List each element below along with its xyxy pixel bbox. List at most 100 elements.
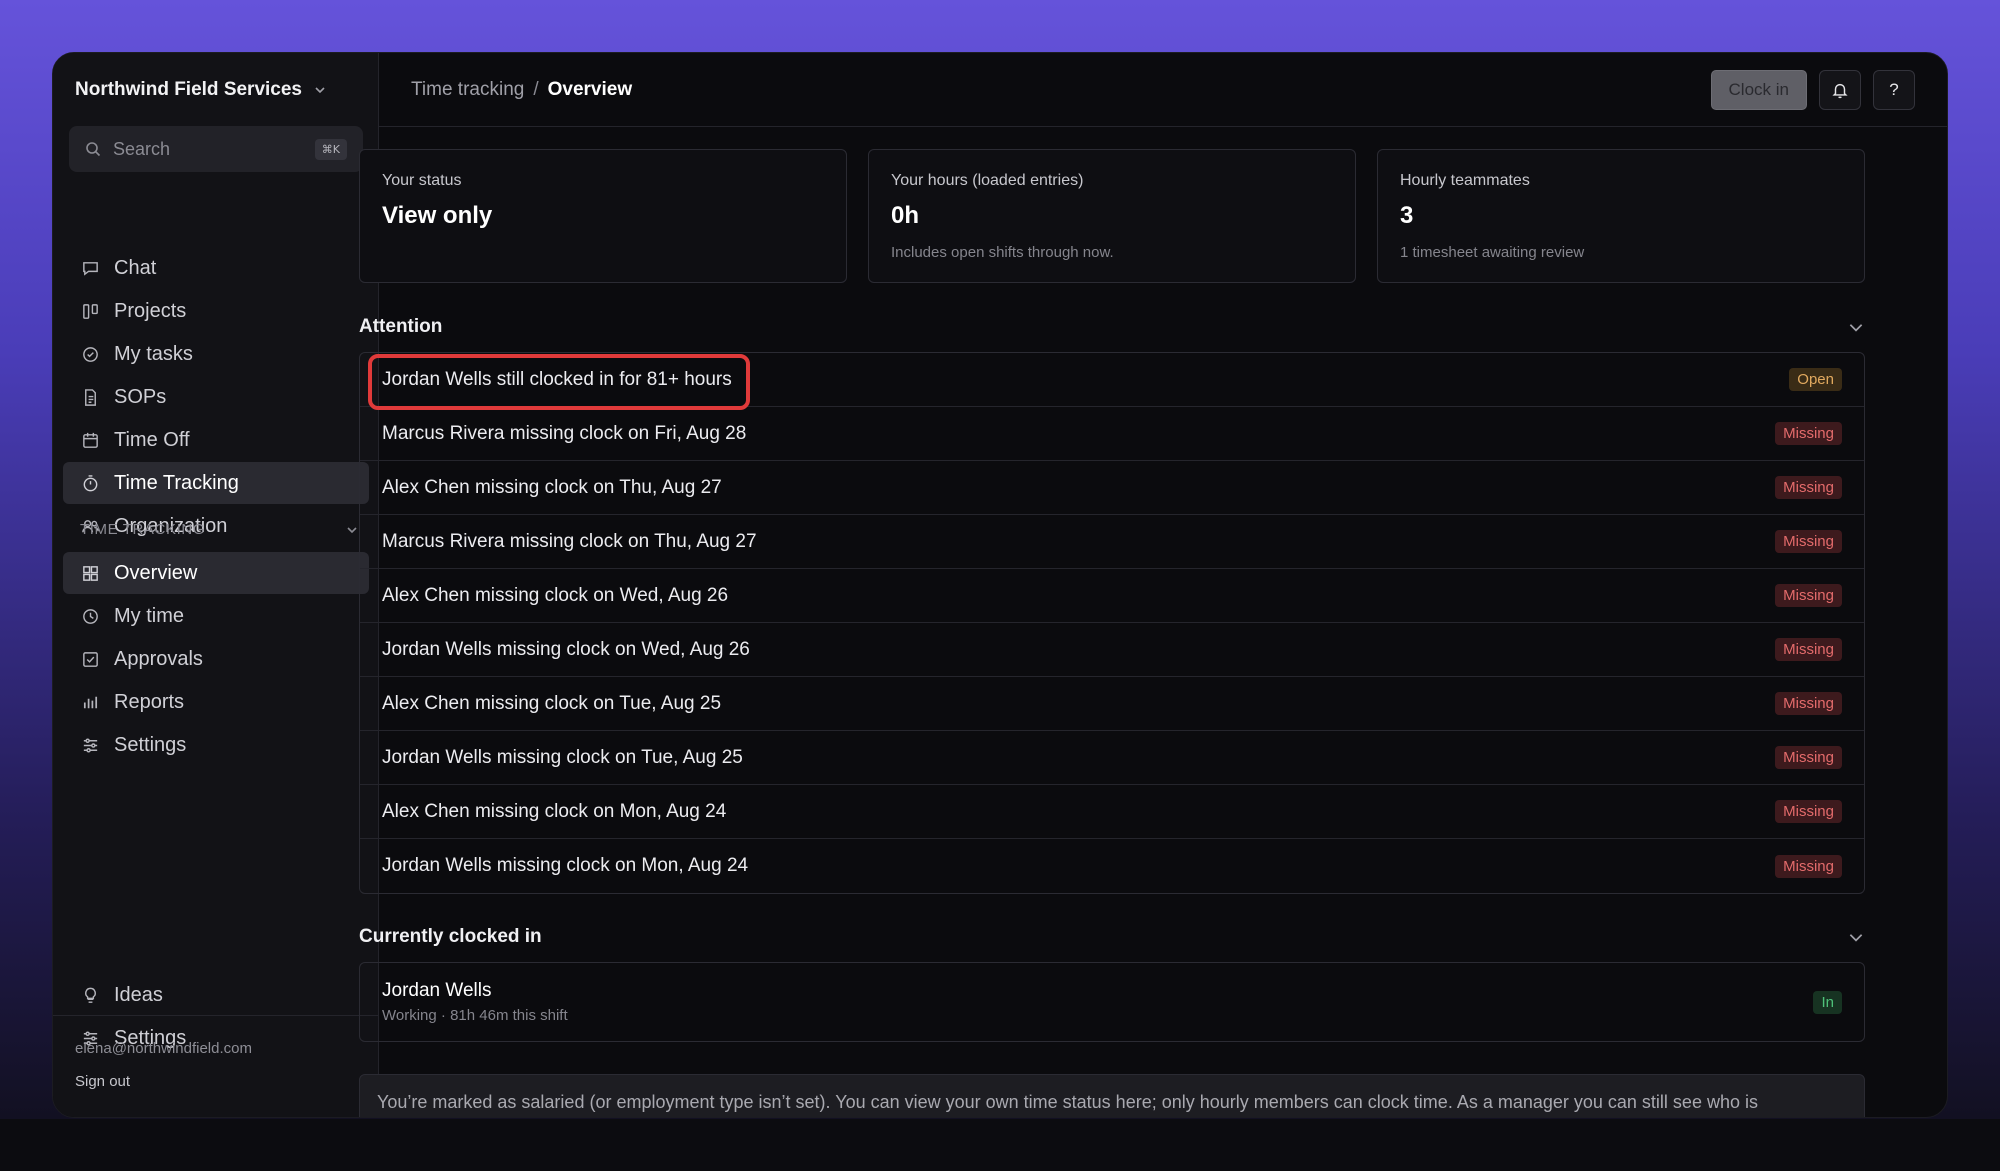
clocked-in-name: Jordan Wells — [382, 980, 492, 1001]
stat-value: View only — [382, 202, 493, 229]
clocked-in-header[interactable]: Currently clocked in — [359, 926, 1865, 948]
time-tracking-nav: Overview My time Approvals Reports Setti… — [63, 552, 369, 767]
sidebar-item-label: Time Off — [114, 428, 190, 451]
sign-out-link[interactable]: Sign out — [75, 1073, 356, 1090]
sidebar-footer: elena@northwindfield.com Sign out — [53, 1015, 378, 1117]
chat-icon — [83, 261, 98, 276]
search-placeholder: Search — [113, 138, 171, 159]
chevron-down-icon — [1849, 324, 1863, 332]
workspace-switcher[interactable]: Northwind Field Services — [75, 79, 328, 101]
sidebar-item-reports[interactable]: Reports — [63, 681, 369, 723]
stat-value: 3 — [1400, 202, 1414, 229]
sidebar-item-label: SOPs — [114, 385, 167, 408]
sidebar-item-label: Ideas — [114, 983, 163, 1006]
workspace-name: Northwind Field Services — [75, 79, 302, 100]
clocked-in-card[interactable]: Jordan Wells Working · 81h 46m this shif… — [359, 962, 1865, 1042]
search-icon — [86, 142, 101, 157]
sidebar-item-approvals[interactable]: Approvals — [63, 638, 369, 680]
lightbulb-icon — [85, 987, 96, 1003]
attention-header[interactable]: Attention — [359, 316, 1865, 338]
sidebar: Northwind Field Services Search ⌘K Chat … — [53, 53, 379, 1117]
sidebar-item-sops[interactable]: SOPs — [63, 376, 369, 418]
sidebar-section-time-tracking[interactable]: TIME TRACKING — [80, 521, 360, 538]
sidebar-item-label: My time — [114, 604, 184, 627]
sidebar-item-chat[interactable]: Chat — [63, 247, 369, 289]
attention-text: Jordan Wells still clocked in for 81+ ho… — [368, 353, 750, 410]
status-badge: Missing — [1775, 584, 1842, 607]
status-badge: Missing — [1775, 854, 1842, 878]
attention-text: Alex Chen missing clock on Wed, Aug 26 — [382, 584, 729, 606]
attention-row[interactable]: Jordan Wells missing clock on Tue, Aug 2… — [360, 731, 1864, 785]
bell-icon — [1832, 83, 1848, 98]
top-bar: Time tracking / Overview Clock in ? — [379, 53, 1947, 127]
attention-text: Jordan Wells missing clock on Tue, Aug 2… — [382, 746, 743, 768]
attention-text: Marcus Rivera missing clock on Thu, Aug … — [382, 530, 757, 552]
bar-chart-icon — [83, 696, 98, 708]
sidebar-item-overview[interactable]: Overview — [63, 552, 369, 594]
attention-row[interactable]: Alex Chen missing clock on Mon, Aug 24 M… — [360, 785, 1864, 839]
stat-value: 0h — [891, 202, 920, 229]
primary-nav: Chat Projects My tasks SOPs Time Off Tim… — [63, 247, 369, 548]
status-badge: In — [1813, 990, 1842, 1014]
sidebar-item-label: Overview — [114, 561, 198, 584]
attention-text: Alex Chen missing clock on Mon, Aug 24 — [382, 800, 727, 822]
attention-row[interactable]: Alex Chen missing clock on Thu, Aug 27 M… — [360, 461, 1864, 515]
sidebar-item-ideas[interactable]: Ideas — [63, 974, 369, 1016]
attention-row[interactable]: Jordan Wells missing clock on Wed, Aug 2… — [360, 623, 1864, 677]
status-badge: Missing — [1775, 800, 1842, 823]
notifications-button[interactable] — [1819, 69, 1861, 110]
sidebar-item-label: My tasks — [114, 342, 193, 365]
search-shortcut: ⌘K — [314, 138, 347, 160]
sidebar-item-my-time[interactable]: My time — [63, 595, 369, 637]
sidebar-item-tt-settings[interactable]: Settings — [63, 724, 369, 766]
desktop-bottom-band — [0, 1119, 2000, 1171]
user-email: elena@northwindfield.com — [75, 1040, 252, 1057]
stats-row: Your status View only Your hours (loaded… — [359, 149, 1865, 283]
breadcrumb-parent[interactable]: Time tracking — [411, 79, 524, 101]
chevron-down-icon — [347, 526, 357, 533]
status-badge: Missing — [1775, 638, 1842, 661]
attention-text: Jordan Wells missing clock on Wed, Aug 2… — [382, 638, 750, 660]
attention-text: Alex Chen missing clock on Tue, Aug 25 — [382, 692, 722, 714]
stat-label: Your hours (loaded entries) — [891, 172, 1084, 189]
attention-text: Alex Chen missing clock on Thu, Aug 27 — [382, 476, 722, 498]
attention-row[interactable]: Alex Chen missing clock on Wed, Aug 26 M… — [360, 569, 1864, 623]
salaried-notice: You’re marked as salaried (or employment… — [359, 1074, 1865, 1117]
status-badge: Missing — [1775, 746, 1842, 769]
attention-row[interactable]: Marcus Rivera missing clock on Thu, Aug … — [360, 515, 1864, 569]
clock-in-button[interactable]: Clock in — [1710, 69, 1807, 110]
chevron-down-icon — [315, 87, 325, 94]
search-input[interactable]: Search ⌘K — [69, 126, 363, 172]
sidebar-item-time-tracking[interactable]: Time Tracking — [63, 462, 369, 504]
status-badge: Missing — [1775, 476, 1842, 499]
stopwatch-icon — [83, 474, 98, 491]
clock-icon — [83, 608, 98, 624]
highlight-ring — [368, 353, 750, 410]
sidebar-item-my-tasks[interactable]: My tasks — [63, 333, 369, 375]
calendar-icon — [83, 432, 98, 448]
status-badge: Missing — [1775, 530, 1842, 553]
kanban-icon — [83, 303, 98, 319]
clocked-in-info: Jordan Wells Working · 81h 46m this shif… — [382, 980, 568, 1024]
stat-card-teammates: Hourly teammates 3 1 timesheet awaiting … — [1377, 149, 1865, 283]
sidebar-item-label: Approvals — [114, 647, 203, 670]
check-circle-icon — [83, 346, 98, 362]
chevron-down-icon — [1849, 934, 1863, 942]
clocked-in-title: Currently clocked in — [359, 926, 542, 947]
stat-subtext: Includes open shifts through now. — [891, 244, 1114, 261]
app-window: Northwind Field Services Search ⌘K Chat … — [52, 52, 1948, 1118]
help-button[interactable]: ? — [1873, 69, 1915, 110]
sidebar-item-label: Projects — [114, 299, 187, 322]
attention-row[interactable]: Alex Chen missing clock on Tue, Aug 25 M… — [360, 677, 1864, 731]
sidebar-item-time-off[interactable]: Time Off — [63, 419, 369, 461]
sidebar-item-label: Chat — [114, 256, 157, 279]
attention-row[interactable]: Jordan Wells missing clock on Mon, Aug 2… — [360, 839, 1864, 893]
stat-label: Your status — [382, 172, 462, 189]
stat-card-hours: Your hours (loaded entries) 0h Includes … — [868, 149, 1356, 283]
sidebar-item-projects[interactable]: Projects — [63, 290, 369, 332]
top-actions: Clock in ? — [1710, 69, 1915, 110]
stat-card-status: Your status View only — [359, 149, 847, 283]
attention-row[interactable]: Marcus Rivera missing clock on Fri, Aug … — [360, 407, 1864, 461]
attention-row[interactable]: Jordan Wells still clocked in for 81+ ho… — [360, 353, 1864, 410]
attention-text: Marcus Rivera missing clock on Fri, Aug … — [382, 422, 747, 444]
